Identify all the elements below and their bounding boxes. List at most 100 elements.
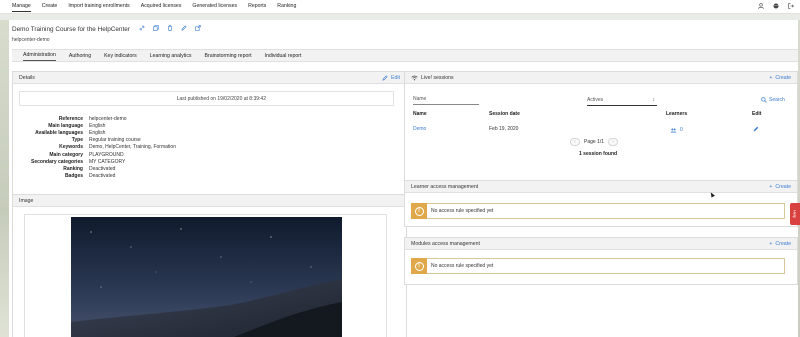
logout-icon[interactable] [788,3,794,9]
modules-access-alert: ! No access rule specified yet [411,258,785,274]
field-value: English [89,122,106,129]
course-tabs: Administration Authoring Key indicators … [12,49,798,62]
field-key: Available languages [35,129,83,136]
sessions-pager: ‹ Page 1/1 › [570,138,619,146]
nav-create[interactable]: Create [42,1,58,12]
column-header-name[interactable]: Name [413,111,489,117]
course-title: Demo Training Course for the HelpCenter [12,25,130,33]
plus-icon: + [769,184,773,190]
learner-access-alert: ! No access rule specified yet [411,203,785,219]
sessions-table-header: Name Session date Learners Edit [413,111,783,117]
modules-access-header: Modules access management + Create [405,238,797,250]
share-icon[interactable] [195,25,201,33]
image-panel: Image [12,194,407,337]
nav-ranking[interactable]: Ranking [277,1,296,12]
field-row-keywords: Keywords Demo, HelpCenter, Training, Form… [19,144,389,151]
tab-learning-analytics[interactable]: Learning analytics [150,51,192,61]
nav-generated-licenses[interactable]: Generated licenses [192,1,237,12]
course-subtitle: helpcenter-demo [12,37,50,43]
globe-icon[interactable] [773,3,779,9]
prev-page-button[interactable]: ‹ [570,138,580,146]
session-name-input[interactable]: Name [413,96,479,105]
session-learners[interactable]: 0 [670,126,753,134]
table-row: Demo Feb 19, 2020 0 [413,126,783,134]
field-value: Demo, HelpCenter, Training, Formation [89,144,176,151]
field-value: MY CATEGORY [89,158,126,165]
trash-icon[interactable] [167,25,173,33]
field-key: Type [71,137,83,144]
field-row-badges: Badges Deactivated [19,173,389,180]
nav-acquired-licenses[interactable]: Acquired licenses [141,1,182,12]
create-label: Create [775,75,791,81]
search-icon [761,97,767,103]
user-icon[interactable] [758,3,764,9]
tab-administration[interactable]: Administration [23,50,56,61]
column-header-session-date[interactable]: Session date [489,111,666,117]
row-edit-button[interactable] [753,126,759,134]
tab-individual-report[interactable]: Individual report [265,51,302,61]
nav-reports[interactable]: Reports [248,1,266,12]
field-row-main-language: Main language English [19,122,389,129]
modules-access-title: Modules access management [411,240,480,247]
details-fields: Reference helpcenter-demo Main language En… [19,115,389,180]
field-row-reference: Reference helpcenter-demo [19,115,389,122]
image-preview-frame [24,214,387,337]
tab-brainstorming-report[interactable]: Brainstorming report [205,51,252,61]
field-row-type: Type Regular training course [19,137,389,144]
course-tools [139,25,201,33]
field-value: helpcenter-demo [89,115,127,122]
field-key: Main category [49,151,83,158]
details-panel: Details Edit Last published on 19/02/202… [12,71,407,206]
details-header: Details Edit [13,72,406,84]
modules-access-create-button[interactable]: + Create [769,241,791,247]
select-arrows-icon: ↕ [652,97,656,103]
field-value: PLAYGROUND [89,151,124,158]
field-value: Regular training course [89,137,141,144]
details-edit-button[interactable]: Edit [382,75,400,81]
nav-import-training-enrollments[interactable]: Import training enrollments [68,1,129,12]
status-select-value: Actives [587,97,604,103]
session-search-button[interactable]: Search [761,97,785,103]
course-image[interactable] [71,217,342,337]
modules-access-alert-text: No access rule specified yet [431,263,494,269]
column-header-learners[interactable]: Learners [666,111,752,117]
live-sessions-header: Live! sessions + Create [405,72,797,84]
tab-key-indicators[interactable]: Key indicators [104,51,137,61]
create-label: Create [775,184,791,190]
details-edit-label: Edit [391,75,400,81]
create-label: Create [775,241,791,247]
field-row-available-languages: Available languages English [19,129,389,136]
warning-icon: ! [411,203,427,219]
next-page-button[interactable]: › [608,138,619,146]
course-header: Demo Training Course for the HelpCenter [12,25,201,33]
details-title: Details [19,74,35,81]
live-sessions-panel: Live! sessions + Create Name Actives ↕ S… [404,71,798,183]
sessions-found-count: 1 session found [579,151,618,157]
live-sessions-create-button[interactable]: + Create [769,75,791,81]
search-label: Search [769,97,785,103]
copy-icon[interactable] [153,25,159,33]
column-header-edit[interactable]: Edit [752,111,761,117]
background-left [0,20,9,337]
page-indicator: Page 1/1 [584,139,605,145]
top-icons [758,3,794,9]
field-row-main-category: Main category PLAYGROUND [19,151,389,158]
field-value: Deactivated [89,165,116,172]
learner-access-create-button[interactable]: + Create [769,184,791,190]
published-info: Last published on 19/02/2020 at 8:39:42 [19,91,394,106]
group-icon [670,128,677,133]
field-value: English [89,129,106,136]
field-key: Ranking [63,165,83,172]
session-name-link[interactable]: Demo [413,126,489,134]
top-navigation: Manage Create Import training enrollment… [0,0,800,14]
link-icon[interactable] [139,25,145,33]
image-title: Image [19,197,34,204]
help-tab[interactable]: Help [790,203,800,225]
field-row-secondary-categories: Secondary categories MY CATEGORY [19,158,389,165]
tab-authoring[interactable]: Authoring [69,51,91,61]
session-status-select[interactable]: Actives ↕ [587,97,657,106]
nav-manage[interactable]: Manage [12,1,31,12]
learner-access-panel: Learner access management + Create ! No … [404,180,798,227]
field-key: Badges [64,173,83,180]
edit-pencil-icon[interactable] [181,25,187,33]
